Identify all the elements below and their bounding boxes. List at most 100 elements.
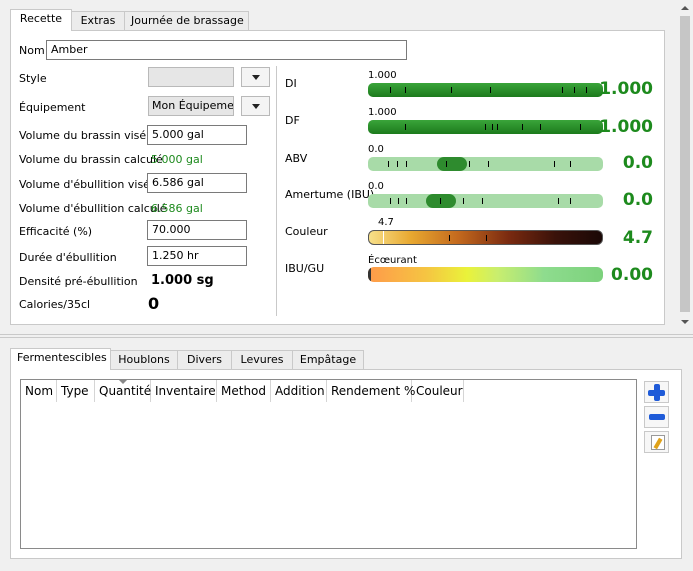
- tab-levures[interactable]: Levures: [231, 350, 293, 370]
- form-divider: [276, 66, 277, 316]
- column-inventaire[interactable]: Inventaire: [151, 380, 217, 402]
- bugu-value: 0.00: [611, 265, 653, 285]
- column-nom[interactable]: Nom: [21, 380, 57, 402]
- color-tick: [486, 235, 487, 241]
- ibu-bar-text: 0.0: [368, 181, 384, 192]
- fg-tick: [405, 124, 406, 130]
- ibu-tick: [463, 198, 464, 204]
- abv-range-knob: [437, 157, 467, 171]
- abv-label: ABV: [285, 152, 308, 165]
- equipment-dropdown-button[interactable]: [241, 96, 270, 116]
- og-label: DI: [285, 77, 297, 90]
- remove-button[interactable]: [644, 406, 669, 428]
- abv-bar-text: 0.0: [368, 144, 384, 155]
- ibu-tick: [406, 198, 407, 204]
- batch-size-calc-value: 5.000 gal: [151, 153, 203, 166]
- scroll-down-arrow[interactable]: [681, 320, 689, 324]
- bugu-label: IBU/GU: [285, 262, 325, 275]
- name-input[interactable]: Amber: [46, 40, 407, 60]
- column-rendement[interactable]: Rendement %: [327, 380, 415, 402]
- ibu-tick: [482, 198, 483, 204]
- og-tick: [451, 87, 452, 93]
- add-button[interactable]: [644, 381, 669, 403]
- efficiency-input[interactable]: 70.000: [147, 220, 247, 240]
- color-value: 4.7: [622, 228, 653, 248]
- edit-icon: [651, 435, 665, 450]
- boil-time-input[interactable]: 1.250 hr: [147, 246, 247, 266]
- ibu-tick: [390, 198, 391, 204]
- ibu-value: 0.0: [622, 190, 653, 210]
- sort-indicator-icon: [119, 380, 127, 384]
- fg-value: 1.000: [599, 117, 653, 137]
- tab-divers[interactable]: Divers: [177, 350, 232, 370]
- tab-houblons[interactable]: Houblons: [110, 350, 178, 370]
- splitter[interactable]: [0, 334, 693, 338]
- tab-extras[interactable]: Extras: [71, 11, 125, 31]
- fermentables-table[interactable]: Nom Type Quantité Inventaire Method Addi…: [20, 379, 637, 549]
- preboil-gravity-value: 1.000 sg: [151, 273, 214, 288]
- efficiency-label: Efficacité (%): [19, 225, 93, 238]
- batch-size-target-label: Volume du brassin visé: [19, 129, 147, 142]
- equipment-combo[interactable]: Mon Équipement: [148, 96, 234, 116]
- fg-tick: [492, 124, 493, 130]
- abv-value: 0.0: [622, 153, 653, 173]
- add-icon-bar: [648, 390, 665, 396]
- ibu-tick: [558, 198, 559, 204]
- tab-recette[interactable]: Recette: [10, 9, 72, 31]
- column-couleur[interactable]: Couleur: [412, 380, 464, 402]
- color-marker: [383, 231, 384, 244]
- tab-journee-de-brassage[interactable]: Journée de brassage: [124, 11, 249, 31]
- abv-tick: [406, 161, 407, 167]
- batch-size-target-input[interactable]: 5.000 gal: [147, 125, 247, 145]
- top-scrollbar[interactable]: [677, 0, 693, 332]
- color-bar-text: 4.7: [378, 217, 394, 228]
- fg-bar-text: 1.000: [368, 107, 397, 118]
- fg-tick: [540, 124, 541, 130]
- batch-size-calc-label: Volume du brassin calculé: [19, 153, 163, 166]
- ibu-tick: [398, 198, 399, 204]
- abv-tick: [446, 161, 447, 167]
- color-label: Couleur: [285, 225, 328, 238]
- column-type[interactable]: Type: [57, 380, 95, 402]
- name-label: Nom: [19, 44, 45, 57]
- preboil-gravity-label: Densité pré-ébullition: [19, 275, 138, 288]
- style-combo[interactable]: [148, 67, 234, 87]
- boil-size-target-input[interactable]: 6.586 gal: [147, 173, 247, 193]
- style-dropdown-button[interactable]: [241, 67, 270, 87]
- ibu-label: Amertume (IBU): [285, 188, 375, 201]
- og-tick: [390, 87, 391, 93]
- abv-tick: [488, 161, 489, 167]
- column-method[interactable]: Method: [217, 380, 271, 402]
- abv-tick: [469, 161, 470, 167]
- style-label: Style: [19, 72, 47, 85]
- color-tick: [449, 235, 450, 241]
- og-bar-text: 1.000: [368, 70, 397, 81]
- fg-tick: [522, 124, 523, 130]
- og-value: 1.000: [599, 79, 653, 99]
- calories-value: 0: [148, 294, 160, 313]
- boil-size-target-label: Volume d'ébullition visé: [19, 178, 150, 191]
- bugu-bar-text: Écœurant: [368, 255, 417, 266]
- tab-empatage[interactable]: Empâtage: [292, 350, 364, 370]
- og-tick: [405, 87, 406, 93]
- bugu-marker: [368, 267, 371, 282]
- fg-tick: [485, 124, 486, 130]
- column-addition[interactable]: Addition: [271, 380, 327, 402]
- equipment-label: Équipement: [19, 101, 86, 114]
- abv-tick: [397, 161, 398, 167]
- fg-label: DF: [285, 114, 300, 127]
- pencil-icon: [653, 437, 663, 450]
- og-tick: [490, 87, 491, 93]
- remove-icon: [649, 414, 665, 420]
- boil-size-calc-label: Volume d'ébullition calculé: [19, 202, 167, 215]
- ibu-range-knob: [426, 194, 456, 208]
- fg-tick: [497, 124, 498, 130]
- scroll-thumb[interactable]: [680, 16, 690, 312]
- tab-fermentescibles[interactable]: Fermentescibles: [10, 348, 111, 370]
- edit-button[interactable]: [644, 431, 669, 453]
- add-icon: [648, 384, 665, 401]
- scroll-up-arrow[interactable]: [681, 6, 689, 10]
- boil-size-calc-value: 6.586 gal: [151, 202, 203, 215]
- abv-tick: [554, 161, 555, 167]
- ibu-tick: [440, 198, 441, 204]
